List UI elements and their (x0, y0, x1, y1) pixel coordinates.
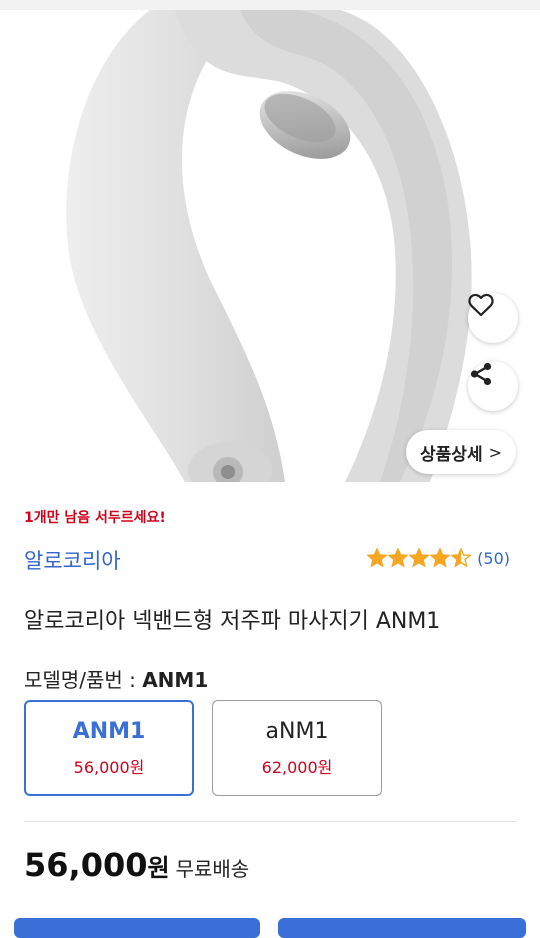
section-divider (24, 821, 516, 822)
option-price: 62,000원 (261, 757, 333, 777)
option-name: aNM1 (265, 718, 329, 744)
product-detail-button[interactable]: 상품상세 > (406, 430, 516, 474)
model-label: 모델명/품번 : (24, 668, 143, 692)
model-value: ANM1 (142, 668, 209, 692)
star-full-icon (367, 548, 388, 568)
star-full-icon (430, 548, 451, 568)
option-anm1[interactable]: ANM1 56,000원 (24, 700, 194, 796)
bottom-action-button-left[interactable] (14, 918, 260, 938)
product-detail-label: 상품상세 (420, 444, 483, 465)
price-currency: 원 (147, 854, 170, 882)
price-row: 56,000 원 무료배송 (24, 846, 249, 884)
brand-link[interactable]: 알로코리아 (24, 545, 121, 575)
option-price: 56,000원 (73, 757, 145, 777)
heart-icon (468, 293, 494, 317)
price-amount: 56,000 (24, 846, 148, 884)
share-icon (470, 362, 492, 386)
product-image[interactable]: 상품상세 > (0, 10, 540, 482)
review-count: (50) (477, 548, 510, 568)
stock-notice: 1개만 남음 서두르세요! (24, 510, 166, 526)
star-full-icon (388, 548, 409, 568)
product-title: 알로코리아 넥밴드형 저주파 마사지기 ANM1 (24, 609, 441, 634)
option-name: ANM1 (72, 718, 146, 744)
rating-summary[interactable]: (50) (367, 548, 510, 568)
share-button[interactable] (468, 361, 518, 411)
top-divider (0, 0, 540, 10)
shipping-label: 무료배송 (175, 857, 250, 881)
model-row: 모델명/품번 : ANM1 (24, 664, 208, 693)
chevron-right-icon: > (488, 442, 502, 462)
rating-stars (367, 548, 472, 568)
bottom-action-button-right[interactable] (278, 918, 526, 938)
star-full-icon (409, 548, 430, 568)
neckband-image (66, 10, 472, 482)
wishlist-button[interactable] (468, 293, 518, 343)
star-half-icon (451, 548, 472, 568)
option-anm1-alt[interactable]: aNM1 62,000원 (212, 700, 382, 796)
